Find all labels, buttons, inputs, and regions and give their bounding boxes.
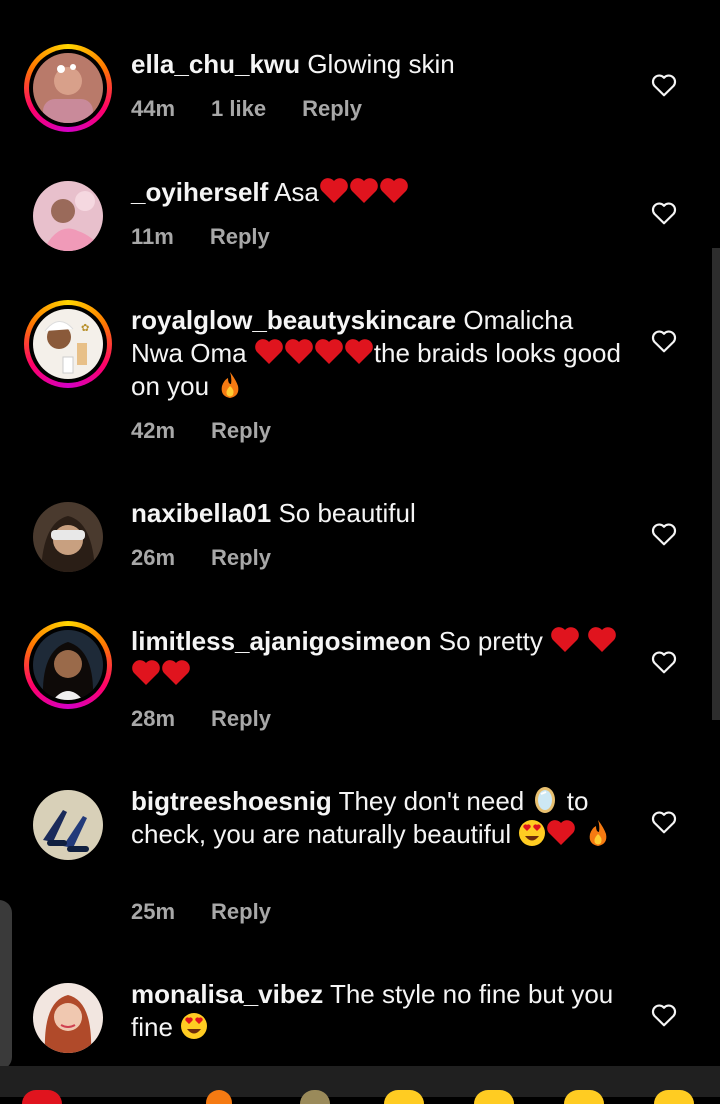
reply-button[interactable]: Reply	[211, 899, 271, 924]
avatar	[33, 630, 103, 700]
timestamp: 11m	[131, 224, 174, 249]
red-heart-emoji	[319, 177, 349, 205]
comment-text: royalglow_beautyskincare Omalicha Nwa Om…	[131, 304, 621, 403]
clap-emoji[interactable]	[300, 1090, 330, 1104]
story-avatar[interactable]	[24, 44, 112, 132]
heart-eyes-emoji[interactable]	[564, 1090, 604, 1104]
comment-meta: 26m Reply	[131, 545, 307, 571]
timestamp: 42m	[131, 418, 176, 443]
comment-meta: 28m Reply	[131, 706, 307, 732]
fire-emoji	[216, 370, 244, 400]
story-avatar[interactable]: ✿	[24, 300, 112, 388]
heart-outline-icon[interactable]	[651, 810, 677, 834]
comment-meta: 25m Reply	[131, 899, 307, 925]
username[interactable]: _oyiherself	[131, 177, 268, 207]
heart-outline-icon[interactable]	[651, 201, 677, 225]
heart-outline-icon[interactable]	[651, 522, 677, 546]
scrollbar[interactable]	[712, 248, 720, 720]
reply-button[interactable]: Reply	[211, 418, 271, 443]
edge-panel-handle[interactable]	[0, 900, 12, 1070]
comment-meta: 11m Reply	[131, 224, 306, 250]
red-heart-emoji	[344, 338, 374, 366]
avatar	[33, 53, 103, 123]
red-heart-emoji	[161, 659, 191, 687]
comment-text: bigtreeshoesnig They don't need to check…	[131, 785, 621, 851]
heart-outline-icon[interactable]	[651, 650, 677, 674]
reply-button[interactable]: Reply	[211, 706, 271, 731]
smile-emoji[interactable]	[384, 1090, 424, 1104]
red-heart-emoji	[254, 338, 284, 366]
quick-emoji-bar[interactable]	[0, 1066, 720, 1104]
fire-emoji	[584, 818, 612, 848]
heart-outline-icon[interactable]	[651, 73, 677, 97]
cry-emoji[interactable]	[654, 1090, 694, 1104]
username[interactable]: bigtreeshoesnig	[131, 786, 332, 816]
comment-body: Asa	[274, 177, 319, 207]
avatar-wrap[interactable]	[24, 781, 112, 869]
avatar: ✿	[33, 309, 103, 379]
likes-count[interactable]: 1 like	[211, 96, 266, 121]
red-heart-emoji[interactable]	[22, 1090, 62, 1104]
comment-meta: 42m Reply	[131, 418, 307, 444]
laugh-emoji[interactable]	[474, 1090, 514, 1104]
avatar-wrap[interactable]	[24, 493, 112, 581]
avatar-wrap[interactable]	[24, 172, 112, 260]
comment-body: So pretty	[438, 626, 543, 656]
comment-body: Glowing skin	[307, 49, 455, 79]
story-avatar[interactable]	[24, 621, 112, 709]
red-heart-emoji	[550, 626, 580, 654]
reply-button[interactable]: Reply	[210, 224, 270, 249]
heart-eyes-emoji	[180, 1011, 208, 1041]
comment-text: monalisa_vibez The style no fine but you…	[131, 978, 621, 1044]
avatar	[33, 790, 103, 860]
timestamp: 25m	[131, 899, 176, 924]
reply-button[interactable]: Reply	[211, 545, 271, 570]
timestamp: 28m	[131, 706, 176, 731]
username[interactable]: ella_chu_kwu	[131, 49, 300, 79]
red-heart-emoji	[314, 338, 344, 366]
red-heart-emoji	[587, 626, 617, 654]
timestamp: 26m	[131, 545, 176, 570]
comment-body: So beautiful	[278, 498, 416, 528]
red-heart-emoji	[284, 338, 314, 366]
comment-text: ella_chu_kwu Glowing skin	[131, 48, 621, 81]
red-heart-emoji	[546, 819, 576, 847]
username[interactable]: limitless_ajanigosimeon	[131, 626, 432, 656]
red-heart-emoji	[131, 659, 161, 687]
reply-button[interactable]: Reply	[302, 96, 362, 121]
comment-body: They don't need	[338, 786, 525, 816]
comment-text: _oyiherself Asa	[131, 176, 621, 209]
avatar	[33, 502, 103, 572]
username[interactable]: monalisa_vibez	[131, 979, 323, 1009]
timestamp: 44m	[131, 96, 176, 121]
heart-eyes-emoji	[518, 818, 546, 848]
username[interactable]: royalglow_beautyskincare	[131, 305, 456, 335]
fire-emoji[interactable]	[206, 1090, 232, 1104]
comment-text: limitless_ajanigosimeon So pretty	[131, 625, 621, 691]
mirror-emoji	[531, 785, 559, 815]
svg-text:✿: ✿	[81, 323, 89, 334]
username[interactable]: naxibella01	[131, 498, 271, 528]
red-heart-emoji	[349, 177, 379, 205]
avatar	[33, 983, 103, 1053]
avatar	[33, 181, 103, 251]
comment-text: naxibella01 So beautiful	[131, 497, 621, 530]
heart-outline-icon[interactable]	[651, 1003, 677, 1027]
red-heart-emoji	[379, 177, 409, 205]
avatar-wrap[interactable]	[24, 974, 112, 1062]
heart-outline-icon[interactable]	[651, 329, 677, 353]
comment-meta: 44m 1 like Reply	[131, 96, 398, 122]
